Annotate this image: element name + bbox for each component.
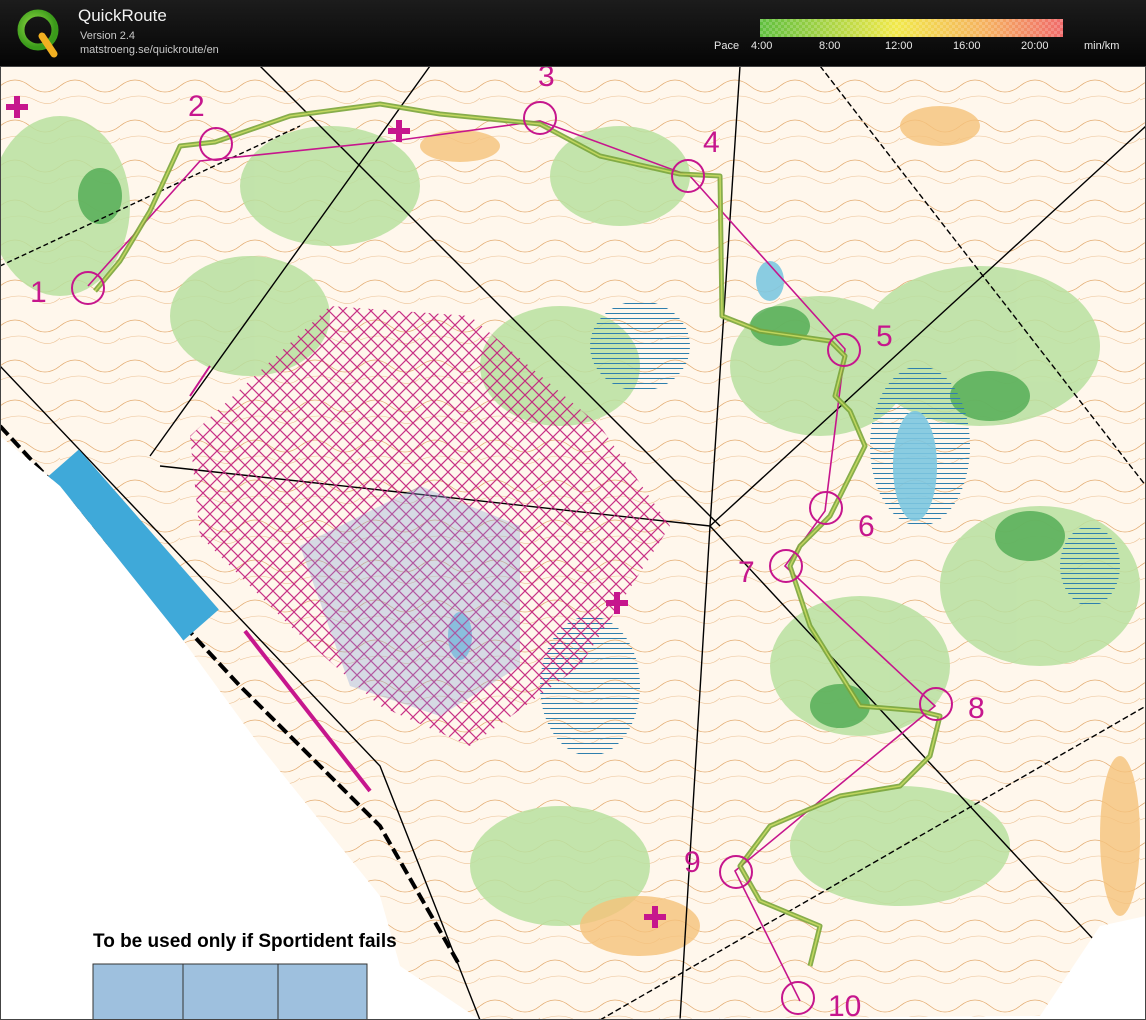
quickroute-logo-icon bbox=[17, 9, 59, 58]
control-2-label: 2 bbox=[188, 90, 205, 123]
control-6-label: 6 bbox=[858, 510, 875, 543]
pace-label: Pace bbox=[714, 40, 740, 52]
app-version: Version 2.4 bbox=[80, 30, 136, 42]
orienteering-map[interactable]: 1 2 3 4 5 6 7 8 9 10 bbox=[0, 66, 1146, 1020]
pace-color-scale bbox=[760, 19, 1063, 37]
control-5-label: 5 bbox=[876, 320, 893, 353]
pace-tick: 8:00 bbox=[819, 40, 841, 52]
control-1-label: 1 bbox=[30, 276, 47, 309]
pace-tick: 4:00 bbox=[751, 40, 773, 52]
control-7-label: 7 bbox=[738, 556, 755, 589]
pace-unit: min/km bbox=[1084, 40, 1120, 52]
pace-tick: 20:00 bbox=[1021, 40, 1049, 52]
control-8-label: 8 bbox=[968, 692, 985, 725]
control-3-label: 3 bbox=[538, 66, 555, 93]
control-4-label: 4 bbox=[703, 126, 720, 159]
pace-tick: 12:00 bbox=[885, 40, 913, 52]
control-9-label: 9 bbox=[684, 846, 701, 879]
backup-punch-boxes bbox=[92, 963, 368, 1020]
app-title: QuickRoute bbox=[78, 6, 167, 25]
terrain-layer bbox=[0, 66, 1146, 1020]
app-url[interactable]: matstroeng.se/quickroute/en bbox=[80, 44, 219, 56]
pace-tick: 16:00 bbox=[953, 40, 981, 52]
control-10-label: 10 bbox=[828, 990, 861, 1020]
app-header: QuickRoute Version 2.4 matstroeng.se/qui… bbox=[0, 0, 1146, 66]
sportident-backup-note: To be used only if Sportident fails bbox=[93, 931, 397, 952]
